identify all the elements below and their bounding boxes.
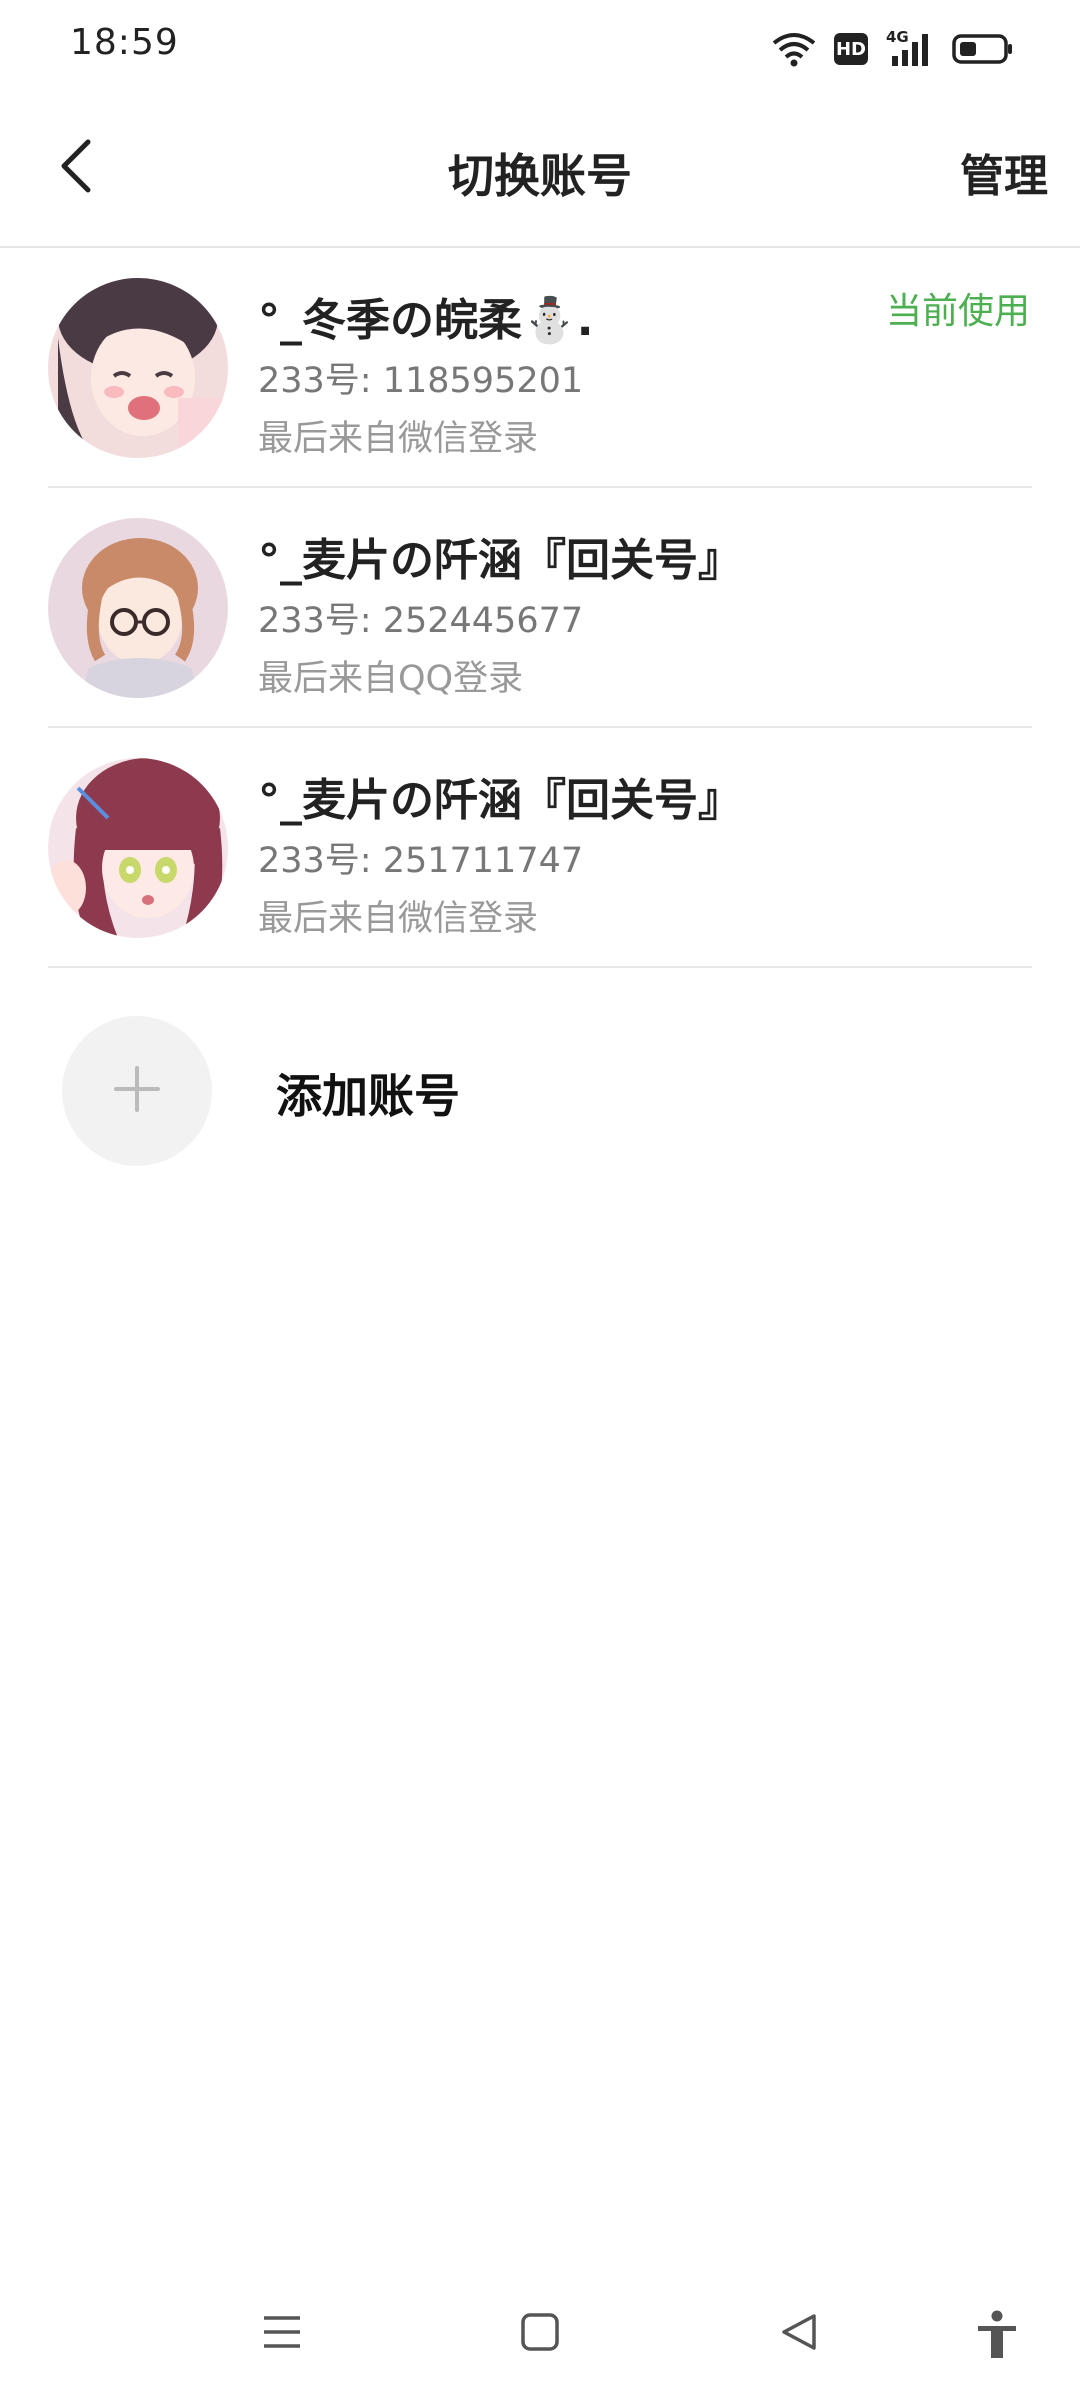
4g-signal-icon: 4G bbox=[886, 28, 934, 68]
header: 切换账号 管理 bbox=[0, 96, 1080, 248]
account-item[interactable]: °_麦片の阡涵『回关号』 233号: 251711747 最后来自微信登录 bbox=[0, 728, 1080, 968]
status-icons: HD 4G bbox=[772, 26, 1014, 72]
account-login-source: 最后来自QQ登录 bbox=[258, 659, 524, 699]
account-name: °_冬季の皖柔⛄. bbox=[258, 295, 594, 346]
network-type-label: 4G bbox=[886, 28, 909, 46]
hd-icon-text: HD bbox=[835, 38, 866, 60]
menu-icon bbox=[260, 2316, 304, 2358]
menu-button[interactable] bbox=[260, 2310, 304, 2358]
divider bbox=[48, 966, 1032, 968]
avatar bbox=[48, 278, 228, 458]
home-button[interactable] bbox=[518, 2310, 562, 2358]
wifi-icon bbox=[772, 31, 816, 67]
status-bar: 18:59 HD 4G bbox=[0, 0, 1080, 96]
plus-icon bbox=[112, 1064, 162, 1118]
account-name: °_麦片の阡涵『回关号』 bbox=[258, 775, 742, 826]
account-id: 233号: 251711747 bbox=[258, 841, 584, 881]
avatar bbox=[48, 758, 228, 938]
home-square-icon bbox=[518, 2313, 562, 2358]
accessibility-icon bbox=[974, 2310, 1020, 2364]
avatar bbox=[48, 518, 228, 698]
battery-icon bbox=[952, 33, 1014, 65]
system-nav-bar bbox=[0, 2290, 1080, 2380]
status-time: 18:59 bbox=[70, 22, 179, 63]
current-account-badge: 当前使用 bbox=[885, 291, 1030, 332]
account-id: 233号: 118595201 bbox=[258, 361, 584, 401]
add-account-circle bbox=[62, 1016, 212, 1166]
accessibility-button[interactable] bbox=[974, 2310, 1020, 2364]
account-id: 233号: 252445677 bbox=[258, 601, 584, 641]
account-login-source: 最后来自微信登录 bbox=[258, 419, 539, 459]
account-login-source: 最后来自微信登录 bbox=[258, 899, 539, 939]
back-nav-button[interactable] bbox=[776, 2310, 820, 2358]
hd-icon: HD bbox=[834, 33, 868, 65]
account-name: °_麦片の阡涵『回关号』 bbox=[258, 535, 742, 586]
add-account-label: 添加账号 bbox=[276, 1069, 460, 1123]
account-item[interactable]: °_麦片の阡涵『回关号』 233号: 252445677 最后来自QQ登录 bbox=[0, 488, 1080, 728]
account-item[interactable]: °_冬季の皖柔⛄. 233号: 118595201 最后来自微信登录 当前使用 bbox=[0, 248, 1080, 488]
account-list: °_冬季の皖柔⛄. 233号: 118595201 最后来自微信登录 当前使用 … bbox=[0, 248, 1080, 968]
add-account-button[interactable]: 添加账号 bbox=[0, 990, 1080, 1190]
page-title: 切换账号 bbox=[448, 149, 632, 203]
manage-button[interactable]: 管理 bbox=[960, 140, 1048, 204]
back-triangle-icon bbox=[776, 2314, 820, 2358]
